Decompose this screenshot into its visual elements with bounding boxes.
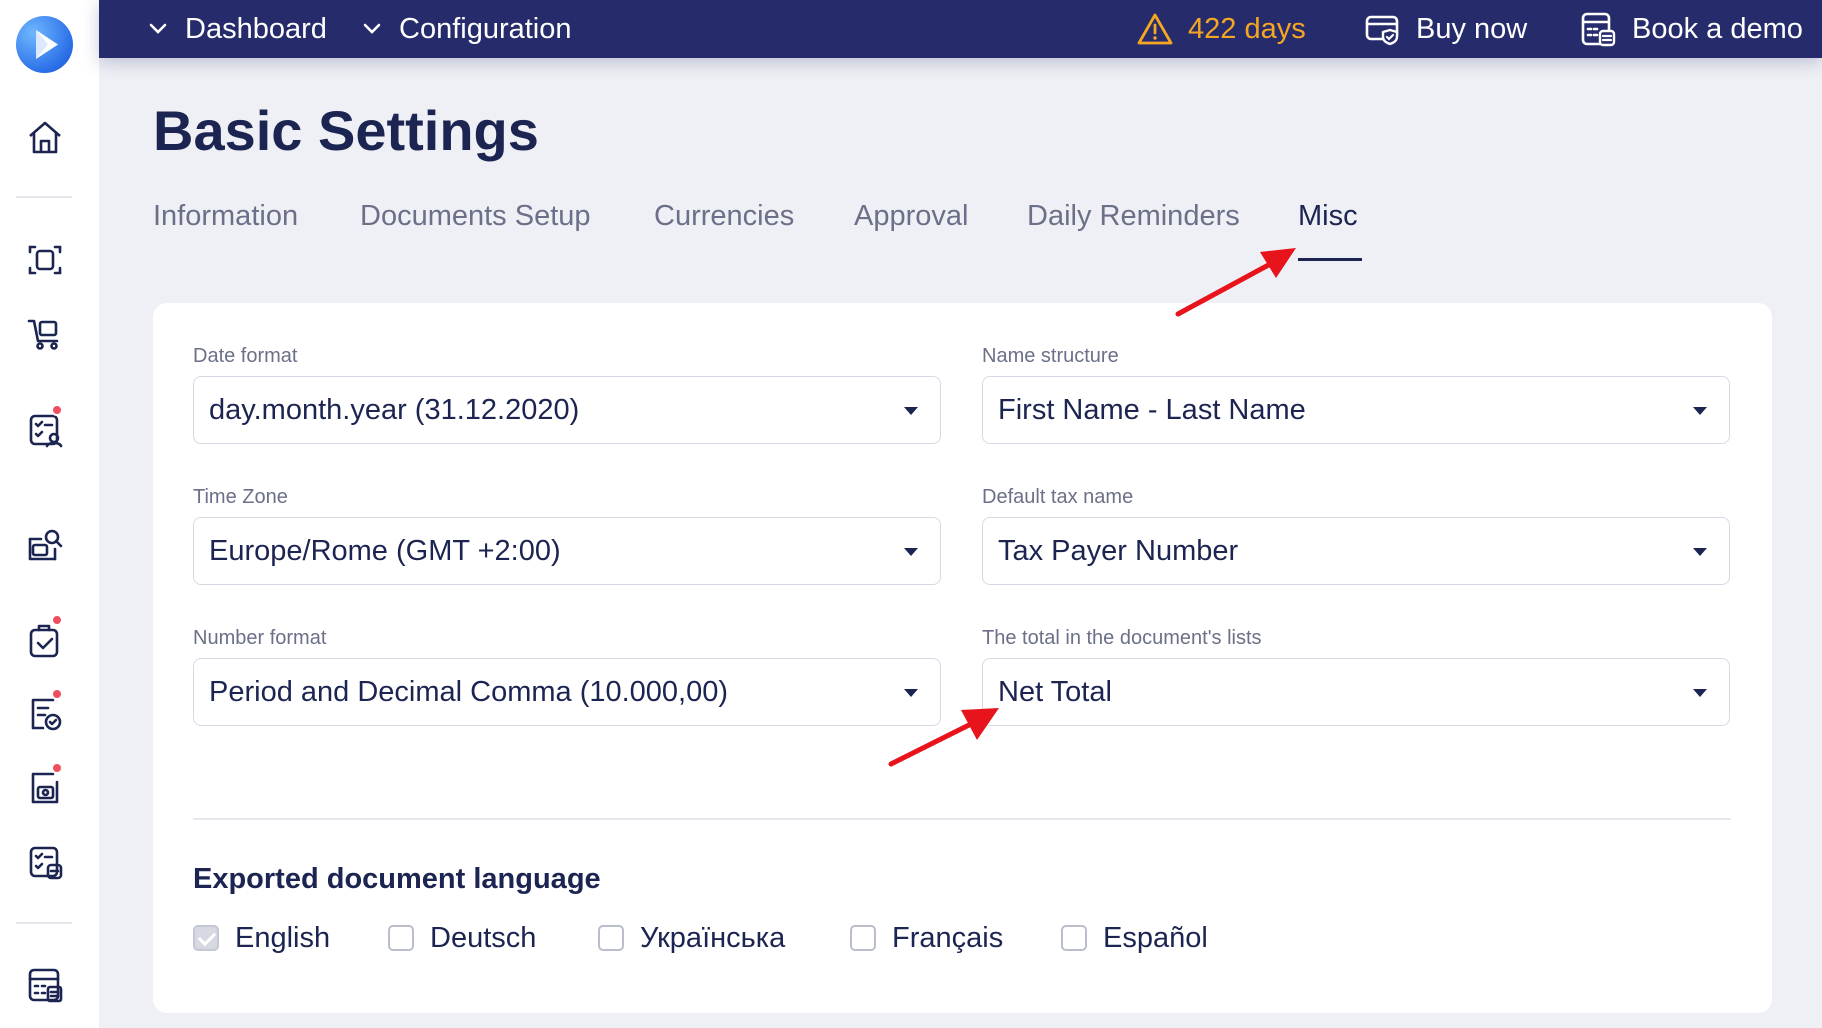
name-structure-label: Name structure — [982, 345, 1119, 367]
annotation-arrow-icon — [888, 708, 999, 767]
doc-check-icon[interactable] — [25, 688, 65, 734]
top-navigation-bar: Dashboard Configuration 422 days Buy now — [99, 0, 1822, 58]
app-logo[interactable] — [16, 16, 73, 73]
tab-information[interactable]: Information — [153, 200, 298, 233]
document-total-label: The total in the document's lists — [982, 627, 1262, 649]
tab-daily-reminders[interactable]: Daily Reminders — [1027, 200, 1240, 233]
calculator-icon[interactable] — [25, 965, 65, 1005]
chevron-down-icon — [149, 23, 167, 34]
language-label: Deutsch — [430, 921, 537, 954]
language-option-ukrainian[interactable]: Українська — [598, 918, 785, 958]
document-total-select[interactable]: Net Total — [982, 658, 1730, 726]
time-zone-value: Europe/Rome (GMT +2:00) — [209, 534, 561, 567]
checkbox[interactable] — [1061, 925, 1087, 951]
document-total-value: Net Total — [998, 675, 1112, 708]
list-user-icon[interactable] — [25, 404, 65, 450]
section-divider — [193, 818, 1731, 820]
home-icon[interactable] — [25, 117, 65, 157]
checkbox[interactable] — [598, 925, 624, 951]
card-shield-icon — [1365, 15, 1399, 46]
scan-icon[interactable] — [25, 240, 65, 280]
list-money-icon[interactable] — [25, 842, 65, 882]
time-zone-select[interactable]: Europe/Rome (GMT +2:00) — [193, 517, 941, 585]
calendar-list-icon — [1581, 12, 1616, 47]
buy-now-label: Buy now — [1416, 12, 1528, 45]
checkbox[interactable] — [850, 925, 876, 951]
number-format-label: Number format — [193, 627, 327, 649]
caret-down-icon — [904, 548, 918, 556]
name-structure-select[interactable]: First Name - Last Name — [982, 376, 1730, 444]
language-option-spanish[interactable]: Español — [1061, 918, 1208, 958]
language-option-english[interactable]: English — [193, 918, 330, 958]
language-label: Français — [892, 921, 1004, 954]
annotation-arrow-icon — [1175, 248, 1296, 317]
page-title: Basic Settings — [153, 99, 539, 162]
sidebar-divider — [16, 922, 72, 924]
checkbox[interactable] — [388, 925, 414, 951]
caret-down-icon — [904, 407, 918, 415]
language-label: English — [235, 921, 331, 954]
name-structure-value: First Name - Last Name — [998, 393, 1306, 426]
date-format-select[interactable]: day.month.year (31.12.2020) — [193, 376, 941, 444]
notification-dot — [51, 404, 63, 416]
default-tax-name-value: Tax Payer Number — [998, 534, 1239, 567]
caret-down-icon — [904, 689, 918, 697]
number-format-value: Period and Decimal Comma (10.000,00) — [209, 675, 729, 708]
tab-misc[interactable]: Misc — [1298, 200, 1358, 233]
language-option-french[interactable]: Français — [850, 918, 1003, 958]
trial-days-text: 422 days — [1188, 12, 1306, 45]
caret-down-icon — [1693, 689, 1707, 697]
buy-now-button[interactable]: Buy now — [1364, 0, 1527, 58]
notification-dot — [51, 614, 63, 626]
checkbox[interactable] — [193, 925, 219, 951]
warning-icon — [1137, 13, 1173, 45]
tab-approval[interactable]: Approval — [854, 200, 968, 233]
sidebar — [0, 0, 99, 1028]
notification-dot — [51, 762, 63, 774]
default-tax-name-label: Default tax name — [982, 486, 1134, 508]
caret-down-icon — [1693, 407, 1707, 415]
logo-icon — [36, 30, 58, 59]
search-folder-icon[interactable] — [25, 525, 65, 565]
chevron-down-icon — [363, 23, 381, 34]
time-zone-label: Time Zone — [193, 486, 288, 508]
language-label: Español — [1103, 921, 1208, 954]
configuration-menu[interactable]: Configuration — [363, 0, 572, 58]
date-format-value: day.month.year (31.12.2020) — [209, 393, 580, 426]
export-language-title: Exported document language — [193, 863, 601, 895]
date-format-label: Date format — [193, 345, 298, 367]
cart-icon[interactable] — [25, 313, 65, 353]
notification-dot — [51, 688, 63, 700]
book-demo-label: Book a demo — [1632, 12, 1803, 45]
number-format-select[interactable]: Period and Decimal Comma (10.000,00) — [193, 658, 941, 726]
tab-documents-setup[interactable]: Documents Setup — [360, 200, 591, 233]
caret-down-icon — [1693, 548, 1707, 556]
camera-doc-icon[interactable] — [25, 762, 65, 808]
language-label: Українська — [640, 921, 786, 954]
sidebar-divider — [16, 196, 72, 198]
book-demo-button[interactable]: Book a demo — [1580, 0, 1803, 58]
dashboard-menu[interactable]: Dashboard — [149, 0, 327, 58]
language-option-deutsch[interactable]: Deutsch — [388, 918, 536, 958]
clipboard-check-icon[interactable] — [25, 614, 65, 660]
trial-days-indicator[interactable]: 422 days — [1136, 0, 1306, 58]
tab-currencies[interactable]: Currencies — [654, 200, 794, 233]
configuration-label: Configuration — [399, 12, 572, 45]
dashboard-label: Dashboard — [185, 12, 327, 45]
default-tax-name-select[interactable]: Tax Payer Number — [982, 517, 1730, 585]
